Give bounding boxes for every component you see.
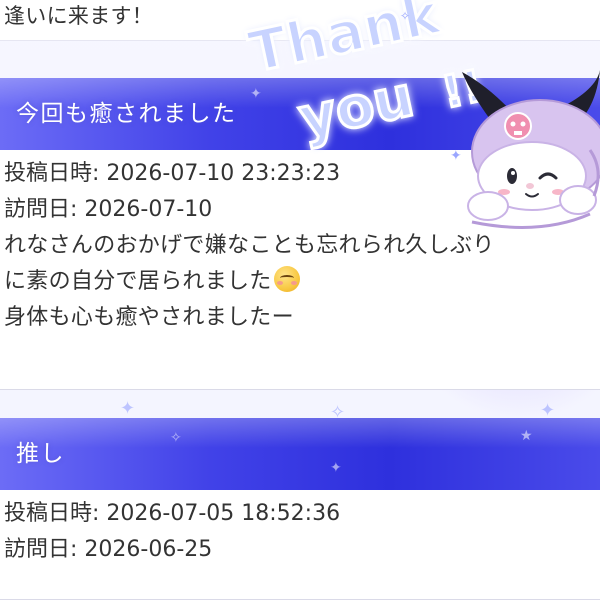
comment-text: に素の自分で居られました (4, 269, 272, 294)
posted-value: 2026-07-05 18:52:36 (106, 501, 341, 526)
sparkle-icon: ✦ (120, 398, 136, 419)
posted-value: 2026-07-10 23:23:23 (106, 161, 341, 186)
previous-review-text: 逢いに来ます！ (4, 4, 154, 28)
review-card: ✦ ✧ ★ 今回も癒されました 投稿日時: 2026-07-10 23:23:2… (0, 78, 600, 390)
review-card: ✧ ✦ ★ 推し 投稿日時: 2026-07-05 18:52:36 訪問日: … (0, 418, 600, 600)
comment-line: れなさんのおかげで嫌なことも忘れられ久しぶり (4, 233, 495, 258)
comment-line: に素の自分で居られました (4, 264, 600, 300)
posted-datetime: 投稿日時: 2026-07-10 23:23:23 (4, 156, 600, 192)
review-header: ✧ ✦ ★ 推し (0, 418, 600, 490)
relieved-smile-emoji-icon (273, 266, 300, 292)
posted-label: 投稿日時: (4, 501, 100, 526)
visit-value: 2026-06-25 (84, 537, 213, 562)
visit-label: 訪問日: (4, 537, 78, 562)
previous-review-tail: 逢いに来ます！ (0, 0, 600, 41)
star-icon: ✧ (170, 430, 182, 446)
visit-label: 訪問日: (4, 197, 78, 222)
review-body: 投稿日時: 2026-07-10 23:23:23 訪問日: 2026-07-1… (0, 150, 600, 390)
star-icon: ✧ (480, 118, 492, 134)
posted-label: 投稿日時: (4, 161, 100, 186)
review-title: 推し (16, 441, 65, 467)
star-icon: ★ (520, 428, 533, 444)
visit-date: 訪問日: 2026-07-10 (4, 192, 600, 228)
star-icon: ★ (395, 92, 408, 108)
review-title: 今回も癒されました (16, 101, 237, 127)
review-header: ✦ ✧ ★ 今回も癒されました (0, 78, 600, 150)
visit-value: 2026-07-10 (84, 197, 213, 222)
star-icon: ✦ (250, 86, 262, 102)
posted-datetime: 投稿日時: 2026-07-05 18:52:36 (4, 496, 600, 532)
review-body: 投稿日時: 2026-07-05 18:52:36 訪問日: 2026-06-2… (0, 490, 600, 600)
comment-line: 身体も心も癒やされましたー (4, 305, 294, 330)
visit-date: 訪問日: 2026-06-25 (4, 532, 600, 568)
star-icon: ✦ (330, 460, 342, 476)
